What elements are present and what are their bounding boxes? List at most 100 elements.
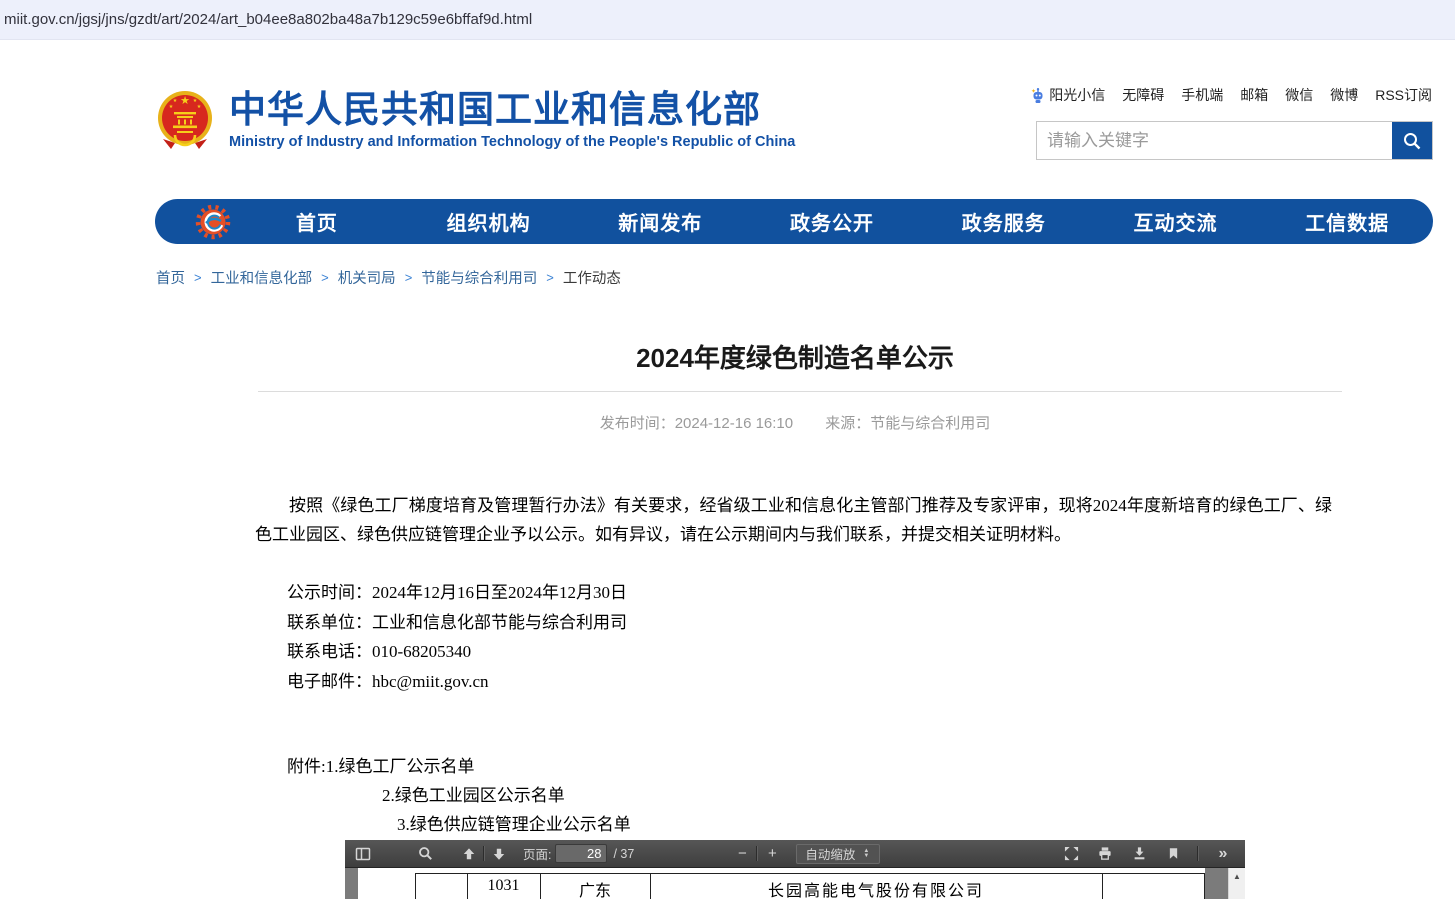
pdf-viewer: 页面: / 37 − + 自动缩放 ▲ ▼ <box>345 840 1245 899</box>
pdf-scrollbar[interactable]: ▲ <box>1228 868 1245 899</box>
print-button[interactable] <box>1093 842 1117 866</box>
more-tools-button[interactable]: » <box>1211 842 1235 866</box>
site-subtitle: Ministry of Industry and Information Tec… <box>229 134 795 150</box>
search-icon <box>1402 131 1422 151</box>
find-button[interactable] <box>413 842 437 866</box>
nav-item-gov-disclosure[interactable]: 政务公开 <box>746 207 918 236</box>
utility-label: RSS订阅 <box>1375 85 1432 105</box>
table-border <box>415 873 416 899</box>
table-border <box>1102 873 1103 899</box>
site-header: ★ ★ ★ ★ ★ 中华人民共和国工业和信息化部 Ministry <box>0 41 1455 198</box>
sidebar-toggle-button[interactable] <box>351 842 375 866</box>
site-title: 中华人民共和国工业和信息化部 <box>229 87 795 133</box>
zoom-out-button[interactable]: − <box>730 842 754 866</box>
find-icon <box>418 846 433 861</box>
utility-label: 微博 <box>1330 85 1358 105</box>
zoom-mode-value: 自动缩放 <box>805 844 855 863</box>
presentation-mode-button[interactable] <box>1059 842 1083 866</box>
previous-page-button[interactable] <box>457 842 481 866</box>
search-button[interactable] <box>1392 122 1432 159</box>
table-cell-number: 1031 <box>467 877 540 895</box>
page-label: 页面: <box>523 844 551 863</box>
nav-item-organization[interactable]: 组织机构 <box>403 207 575 236</box>
utility-label: 邮箱 <box>1240 85 1268 105</box>
zoom-in-button[interactable]: + <box>760 842 784 866</box>
breadcrumb-separator: > <box>194 270 202 285</box>
breadcrumb-energy-conservation-dept[interactable]: 节能与综合利用司 <box>421 267 537 288</box>
table-border <box>1204 873 1205 899</box>
national-emblem-logo: ★ ★ ★ ★ ★ <box>157 87 213 155</box>
utility-label: 阳光小信 <box>1049 85 1105 105</box>
svg-text:★: ★ <box>180 95 190 107</box>
utility-link-wechat[interactable]: 微信 <box>1285 85 1313 105</box>
download-button[interactable] <box>1127 842 1151 866</box>
breadcrumb-home[interactable]: 首页 <box>156 267 185 288</box>
arrow-up-icon <box>462 847 476 861</box>
arrow-down-icon <box>492 847 506 861</box>
miit-gear-logo[interactable] <box>195 203 231 241</box>
zoom-mode-select[interactable]: 自动缩放 ▲ ▼ <box>796 844 880 864</box>
site-brand[interactable]: ★ ★ ★ ★ ★ 中华人民共和国工业和信息化部 Ministry <box>157 87 795 155</box>
page: miit.gov.cn/jgsj/jns/gzdt/art/2024/art_b… <box>0 0 1455 899</box>
contact-phone: 联系电话：010-68205340 <box>287 637 627 667</box>
publish-time: 发布时间：2024-12-16 16:10 <box>600 415 793 432</box>
utility-link-rss[interactable]: RSS订阅 <box>1375 85 1432 105</box>
page-total: / 37 <box>613 847 634 861</box>
sunshine-robot-icon: ✦ <box>1029 87 1045 104</box>
bookmark-icon <box>1167 846 1180 861</box>
nav-item-news[interactable]: 新闻发布 <box>574 207 746 236</box>
breadcrumb-separator: > <box>405 270 413 285</box>
scrollbar-up-icon[interactable]: ▲ <box>1229 868 1245 885</box>
article-title: 2024年度绿色制造名单公示 <box>255 338 1335 375</box>
utility-link-mobile[interactable]: 手机端 <box>1181 85 1223 105</box>
breadcrumb-work-news: 工作动态 <box>563 267 621 288</box>
search-box <box>1036 121 1433 160</box>
svg-text:★: ★ <box>197 104 202 110</box>
toolbar-separator <box>483 846 485 861</box>
utility-link-sunshine-assistant[interactable]: ✦ 阳光小信 <box>1029 85 1105 105</box>
article-source: 来源：节能与综合利用司 <box>825 415 990 432</box>
contact-unit: 联系单位：工业和信息化部节能与综合利用司 <box>287 608 627 638</box>
utility-link-accessibility[interactable]: 无障碍 <box>1122 85 1164 105</box>
pdf-content-area: 1031 广东 长园高能电气股份有限公司 ▲ <box>345 868 1245 899</box>
download-icon <box>1132 846 1147 861</box>
pdf-page: 1031 广东 长园高能电气股份有限公司 <box>358 868 1205 899</box>
nav-item-industry-data[interactable]: 工信数据 <box>1261 207 1433 236</box>
toolbar-right-group: » <box>1059 842 1235 866</box>
svg-text:★: ★ <box>173 98 178 104</box>
nav-item-gov-services[interactable]: 政务服务 <box>918 207 1090 236</box>
utility-label: 手机端 <box>1181 85 1223 105</box>
title-divider <box>258 391 1342 392</box>
announcement-period: 公示时间：2024年12月16日至2024年12月30日 <box>287 578 627 608</box>
breadcrumb-miit[interactable]: 工业和信息化部 <box>211 267 313 288</box>
utility-label: 微信 <box>1285 85 1313 105</box>
page-number-input[interactable] <box>555 844 607 863</box>
pdf-toolbar: 页面: / 37 − + 自动缩放 ▲ ▼ <box>345 840 1245 868</box>
search-input[interactable] <box>1037 122 1392 159</box>
article-meta: 发布时间：2024-12-16 16:10 来源：节能与综合利用司 <box>255 412 1335 433</box>
toolbar-separator <box>1197 846 1199 861</box>
utility-label: 无障碍 <box>1122 85 1164 105</box>
nav-item-home[interactable]: 首页 <box>231 207 403 236</box>
print-icon <box>1097 846 1113 861</box>
nav-item-interaction[interactable]: 互动交流 <box>1090 207 1262 236</box>
main-nav: 首页 组织机构 新闻发布 政务公开 政务服务 互动交流 工信数据 <box>155 199 1433 244</box>
browser-url-bar[interactable]: miit.gov.cn/jgsj/jns/gzdt/art/2024/art_b… <box>0 0 1455 40</box>
table-cell-province: 广东 <box>540 877 650 899</box>
brand-text: 中华人民共和国工业和信息化部 Ministry of Industry and … <box>229 87 795 150</box>
page-url: miit.gov.cn/jgsj/jns/gzdt/art/2024/art_b… <box>4 11 532 28</box>
utility-link-weibo[interactable]: 微博 <box>1330 85 1358 105</box>
attachments: 附件:1.绿色工厂公示名单 2.绿色工业园区公示名单 3.绿色供应链管理企业公示… <box>287 752 631 839</box>
attachment-3: 3.绿色供应链管理企业公示名单 <box>397 810 631 839</box>
attachment-2: 2.绿色工业园区公示名单 <box>382 781 631 810</box>
breadcrumb: 首页 > 工业和信息化部 > 机关司局 > 节能与综合利用司 > 工作动态 <box>156 267 621 288</box>
breadcrumb-departments[interactable]: 机关司局 <box>338 267 396 288</box>
attachment-1: 附件:1.绿色工厂公示名单 <box>287 752 631 781</box>
breadcrumb-separator: > <box>321 270 329 285</box>
next-page-button[interactable] <box>487 842 511 866</box>
select-spinner-icon: ▲ ▼ <box>863 849 869 859</box>
utility-link-mail[interactable]: 邮箱 <box>1240 85 1268 105</box>
article-paragraph: 按照《绿色工厂梯度培育及管理暂行办法》有关要求，经省级工业和信息化主管部门推荐及… <box>255 491 1332 549</box>
fullscreen-icon <box>1064 846 1079 861</box>
bookmark-button[interactable] <box>1161 842 1185 866</box>
